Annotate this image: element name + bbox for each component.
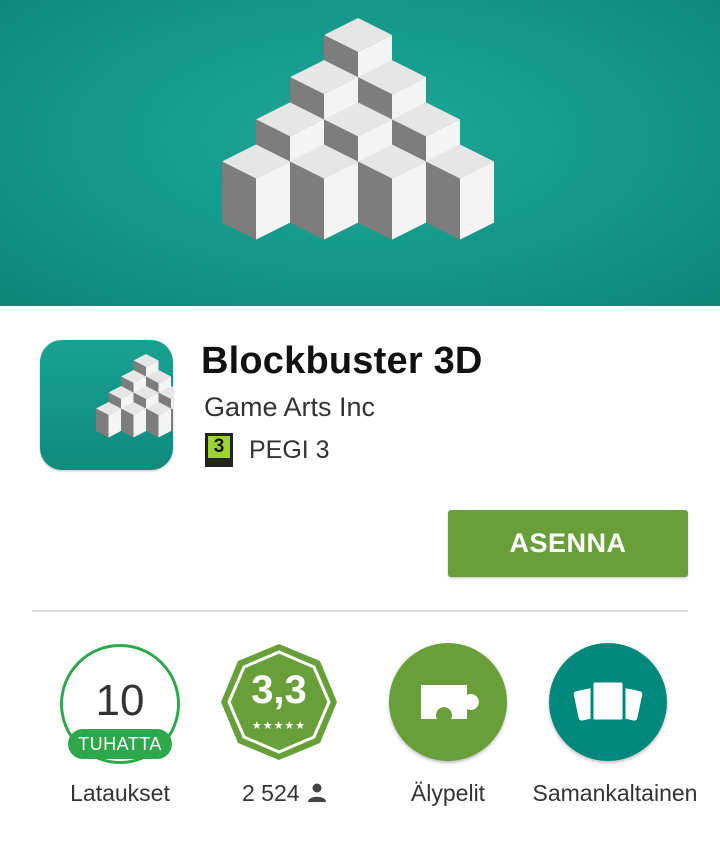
cube-pyramid-graphic xyxy=(222,18,494,240)
category-caption: Älypelit xyxy=(410,780,486,806)
pegi-rating-icon: 3 xyxy=(205,433,233,467)
install-button[interactable]: ASENNA xyxy=(448,510,688,577)
downloads-unit-badge: TUHATTA xyxy=(68,729,172,759)
rating-value: 3,3 xyxy=(251,668,307,712)
puzzle-piece-icon xyxy=(421,685,479,719)
cube-pyramid-icon xyxy=(96,354,173,438)
downloads-number: 10 xyxy=(95,676,145,725)
rating-count-value: 2 524 xyxy=(242,780,300,806)
category-circle[interactable] xyxy=(389,643,507,761)
content-rating-label[interactable]: PEGI 3 xyxy=(249,436,330,465)
person-icon xyxy=(307,783,326,802)
feature-banner xyxy=(0,0,720,306)
similar-caption: Samankaltainen xyxy=(532,780,698,806)
cube-face xyxy=(171,408,173,433)
similar-circle[interactable] xyxy=(549,643,667,761)
cards-stack-icon xyxy=(573,679,643,723)
developer-link[interactable]: Game Arts Inc xyxy=(204,392,375,423)
rating-stars: ★★★★★ xyxy=(251,720,307,732)
app-icon xyxy=(40,340,173,470)
app-title: Blockbuster 3D xyxy=(201,340,483,382)
downloads-caption: Lataukset xyxy=(70,780,170,806)
rating-count: 2 524 xyxy=(242,780,326,807)
pegi-badge-number: 3 xyxy=(208,436,230,458)
divider xyxy=(32,610,688,612)
